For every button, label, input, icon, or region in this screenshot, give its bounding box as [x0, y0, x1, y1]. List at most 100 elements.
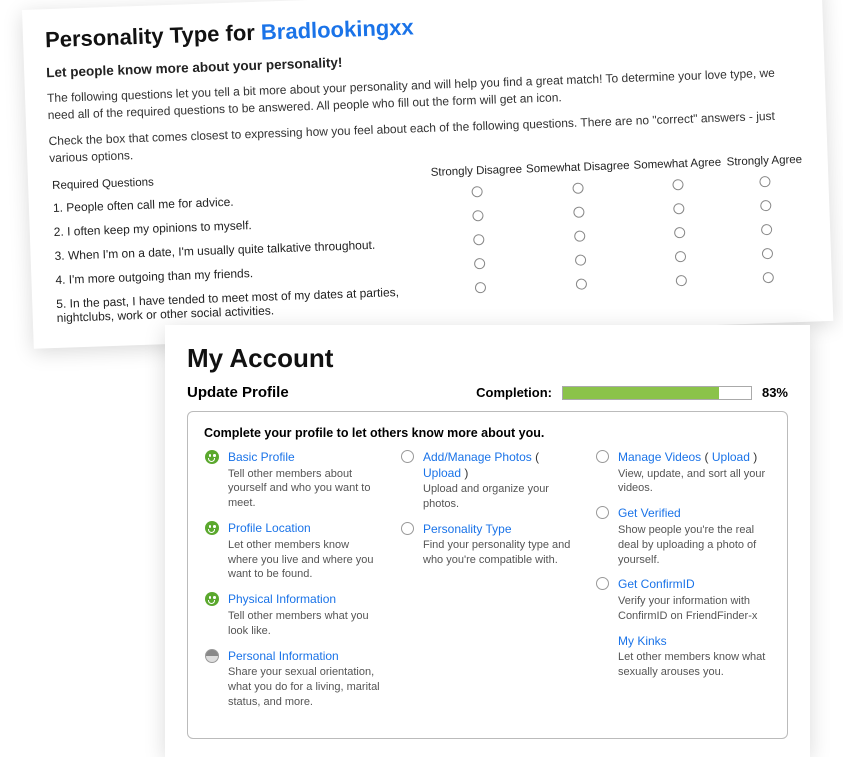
profile-section-link[interactable]: Personal Information — [228, 649, 381, 665]
profile-section-desc: Share your sexual orientation, what you … — [228, 665, 381, 710]
question-radio-cell — [634, 220, 726, 247]
status-slot — [594, 506, 610, 567]
profile-section-body: Physical InformationTell other members w… — [228, 592, 381, 638]
radio-button[interactable] — [474, 258, 485, 269]
profile-section-desc: Tell other members what you look like. — [228, 609, 381, 639]
radio-button[interactable] — [475, 282, 486, 293]
radio-button[interactable] — [574, 206, 585, 217]
paren-close: ) — [750, 450, 757, 464]
radio-button[interactable] — [676, 275, 687, 286]
status-slot — [204, 521, 220, 582]
profile-section-desc: Upload and organize your photos. — [423, 482, 576, 512]
questions-table: Required Questions Strongly Disagree Som… — [50, 149, 811, 329]
radio-button[interactable] — [573, 182, 584, 193]
radio-button[interactable] — [760, 200, 771, 211]
profile-section-desc: Show people you're the real deal by uplo… — [618, 523, 771, 568]
radio-button[interactable] — [575, 254, 586, 265]
question-radio-cell — [632, 172, 724, 199]
completion-wrap: Completion: 83% — [476, 385, 788, 400]
question-radio-cell — [727, 265, 811, 306]
status-partial-icon — [205, 649, 219, 663]
profile-section-link[interactable]: My Kinks — [618, 634, 771, 650]
radio-button[interactable] — [674, 227, 685, 238]
question-radio-cell — [432, 251, 528, 278]
completion-progress-fill — [563, 387, 719, 399]
radio-button[interactable] — [472, 210, 483, 221]
upload-link[interactable]: Upload — [423, 466, 461, 480]
radio-button[interactable] — [575, 230, 586, 241]
status-slot — [594, 577, 610, 623]
upload-link[interactable]: Upload — [712, 450, 750, 464]
radio-button[interactable] — [673, 203, 684, 214]
completion-progress-bar — [562, 386, 752, 400]
profile-section-desc: Find your personality type and who you'r… — [423, 538, 576, 568]
question-radio-cell — [723, 169, 806, 196]
profile-section-body: Get VerifiedShow people you're the real … — [618, 506, 771, 567]
status-complete-icon — [205, 521, 219, 535]
profile-column-2: Add/Manage Photos ( Upload )Upload and o… — [399, 450, 576, 720]
radio-button[interactable] — [576, 278, 587, 289]
status-empty-icon — [596, 577, 609, 590]
status-empty-icon — [596, 506, 609, 519]
profile-section-desc: Let other members know where you live an… — [228, 538, 381, 583]
completion-percentage: 83% — [762, 385, 788, 400]
question-radio-cell — [634, 244, 726, 271]
profile-column-3: Manage Videos ( Upload )View, update, an… — [594, 450, 771, 720]
profile-section-link[interactable]: Physical Information — [228, 592, 381, 608]
status-empty-icon — [596, 450, 609, 463]
profile-section-item: Personality TypeFind your personality ty… — [399, 522, 576, 568]
my-account-panel: My Account Update Profile Completion: 83… — [165, 325, 810, 757]
profile-section-body: My KinksLet other members know what sexu… — [618, 634, 771, 680]
question-radio-cell — [725, 217, 808, 244]
status-slot — [594, 450, 610, 496]
profile-section-link[interactable]: Personality Type — [423, 522, 576, 538]
radio-button[interactable] — [763, 271, 774, 282]
profile-section-desc: Let other members know what sexually aro… — [618, 650, 771, 680]
profile-section-body: Add/Manage Photos ( Upload )Upload and o… — [423, 450, 576, 512]
radio-button[interactable] — [761, 224, 772, 235]
completion-label: Completion: — [476, 385, 552, 400]
question-radio-cell — [432, 275, 529, 316]
radio-button[interactable] — [672, 179, 683, 190]
username-link[interactable]: Bradlookingxx — [260, 14, 414, 44]
profile-section-link[interactable]: Add/Manage Photos ( Upload ) — [423, 450, 576, 481]
profile-section-link[interactable]: Basic Profile — [228, 450, 381, 466]
paren-open: ( — [701, 450, 712, 464]
update-profile-label: Update Profile — [187, 384, 289, 401]
profile-section-desc: Tell other members about yourself and wh… — [228, 467, 381, 512]
profile-section-body: Basic ProfileTell other members about yo… — [228, 450, 381, 511]
status-empty-icon — [401, 522, 414, 535]
status-slot — [204, 592, 220, 638]
question-radio-cell — [635, 268, 728, 309]
profile-section-link[interactable]: Manage Videos ( Upload ) — [618, 450, 771, 466]
profile-section-body: Manage Videos ( Upload )View, update, an… — [618, 450, 771, 496]
profile-section-body: Personal InformationShare your sexual or… — [228, 649, 381, 710]
profile-section-desc: Verify your information with ConfirmID o… — [618, 594, 771, 624]
profile-section-item: Basic ProfileTell other members about yo… — [204, 450, 381, 511]
status-complete-icon — [205, 592, 219, 606]
profile-section-desc: View, update, and sort all your videos. — [618, 467, 771, 497]
radio-button[interactable] — [759, 176, 770, 187]
radio-button[interactable] — [762, 248, 773, 259]
personality-type-panel: Personality Type for Bradlookingxx Let p… — [22, 0, 833, 348]
question-radio-cell — [633, 196, 725, 223]
question-radio-cell — [429, 179, 525, 206]
radio-button[interactable] — [473, 234, 484, 245]
profile-section-link[interactable]: Get Verified — [618, 506, 771, 522]
profile-section-link[interactable]: Get ConfirmID — [618, 577, 771, 593]
status-slot — [204, 450, 220, 511]
status-slot — [204, 649, 220, 710]
profile-section-item: Profile LocationLet other members know w… — [204, 521, 381, 582]
radio-button[interactable] — [675, 251, 686, 262]
profile-section-item: My KinksLet other members know what sexu… — [594, 634, 771, 680]
profile-section-link[interactable]: Profile Location — [228, 521, 381, 537]
profile-sections-box: Complete your profile to let others know… — [187, 411, 788, 739]
profile-section-body: Profile LocationLet other members know w… — [228, 521, 381, 582]
profile-section-item: Add/Manage Photos ( Upload )Upload and o… — [399, 450, 576, 512]
radio-button[interactable] — [471, 186, 482, 197]
profile-box-intro: Complete your profile to let others know… — [204, 426, 771, 440]
profile-section-item: Get VerifiedShow people you're the real … — [594, 506, 771, 567]
profile-section-item: Physical InformationTell other members w… — [204, 592, 381, 638]
profile-section-item: Get ConfirmIDVerify your information wit… — [594, 577, 771, 623]
profile-section-item: Manage Videos ( Upload )View, update, an… — [594, 450, 771, 496]
